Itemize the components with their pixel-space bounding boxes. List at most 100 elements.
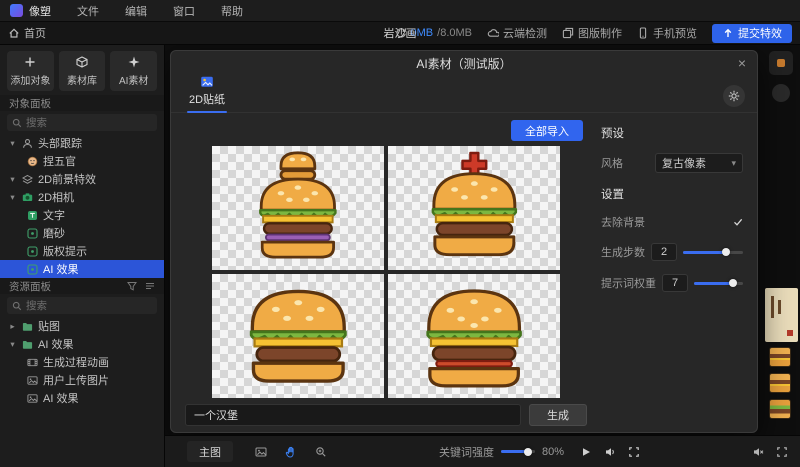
template-make-button[interactable]: 图版制作 (562, 25, 622, 41)
mute-icon[interactable] (752, 446, 764, 458)
tree-item-ai-effect-selected[interactable]: AI 效果 (0, 260, 164, 278)
object-panel-title: 对象面板 (0, 95, 164, 111)
chevron-down-icon: ▾ (731, 158, 736, 169)
weight-slider[interactable] (694, 282, 743, 285)
caret-down-icon[interactable]: ▾ (8, 174, 17, 185)
tree-item-copyright-notice[interactable]: 版权提示 (0, 242, 164, 260)
toolbar-right: 0MB/8.0MB 云端检测 图版制作 手机预览 提交特效 (395, 24, 792, 43)
tree-item-ai-effects[interactable]: AI 效果 (0, 389, 164, 407)
filter-icon[interactable] (127, 281, 137, 291)
steps-slider[interactable] (683, 251, 743, 254)
menu-help[interactable]: 帮助 (221, 3, 243, 19)
menu-edit[interactable]: 编辑 (125, 3, 147, 19)
canvas-burger-sticker[interactable] (769, 347, 791, 367)
caret-down-icon[interactable]: ▾ (8, 138, 17, 149)
ai-material-dialog: AI素材（测试版） × 2D贴纸 (170, 50, 758, 433)
slider-handle[interactable] (524, 448, 532, 456)
dialog-title: AI素材（测试版） (416, 55, 511, 72)
cloud-check-button[interactable]: 云端检测 (487, 25, 547, 41)
upload-arrow-icon (722, 27, 734, 39)
keyword-strength-label: 关键词强度 (439, 444, 494, 460)
generated-sticker-2[interactable] (388, 146, 560, 270)
tree-label: 2D相机 (38, 189, 74, 205)
phone-icon (637, 27, 649, 39)
submit-effect-button[interactable]: 提交特效 (712, 24, 792, 43)
canvas-burger-sticker[interactable] (769, 399, 791, 419)
tree-item-text[interactable]: 文字 (0, 206, 164, 224)
steps-value-box[interactable]: 2 (651, 243, 677, 261)
preview-round-button[interactable] (772, 84, 790, 102)
ai-material-button[interactable]: AI素材 (110, 51, 157, 91)
import-all-button[interactable]: 全部导入 (511, 120, 583, 141)
tree-item-frosted[interactable]: 磨砂 (0, 224, 164, 242)
caret-down-icon[interactable]: ▾ (8, 192, 17, 203)
tree-item-2d-foreground-fx[interactable]: ▾ 2D前景特效 (0, 170, 164, 188)
add-object-button[interactable]: 添加对象 (7, 51, 54, 91)
object-search-input[interactable] (7, 114, 157, 131)
generated-sticker-3[interactable] (212, 274, 384, 398)
top-toolbar: 首页 岩沙画 0MB/8.0MB 云端检测 图版制作 手机预览 提交特效 (0, 22, 800, 45)
results-column: 全部导入 (185, 117, 587, 432)
folder-icon (22, 321, 33, 332)
fullscreen-icon[interactable] (628, 446, 640, 458)
check-icon[interactable] (733, 217, 743, 227)
style-select[interactable]: 复古像素 ▾ (655, 153, 743, 173)
tree-label: 磨砂 (43, 225, 65, 241)
weight-value-box[interactable]: 7 (662, 274, 688, 292)
generated-sticker-1[interactable] (212, 146, 384, 270)
keyword-strength-slider[interactable] (501, 450, 535, 453)
speaker-icon[interactable] (604, 446, 616, 458)
bottom-bar: 主图 关键词强度 80% (165, 435, 800, 467)
home-icon (8, 27, 20, 39)
prompt-input[interactable] (185, 404, 521, 426)
tree-item-2d-camera[interactable]: ▾ 2D相机 (0, 188, 164, 206)
artwork-stroke (778, 300, 781, 314)
play-icon[interactable] (580, 446, 592, 458)
slider-handle[interactable] (722, 248, 730, 256)
tree-item-ai-effects-folder[interactable]: ▾ AI 效果 (0, 335, 164, 353)
tree-label: 贴图 (38, 318, 60, 334)
frame-tool-icon[interactable] (255, 446, 267, 458)
tab-main-image[interactable]: 主图 (187, 441, 233, 462)
dialog-tabs: 2D贴纸 (171, 75, 757, 113)
remove-bg-row: 去除背景 (601, 214, 743, 230)
expand-icon[interactable] (776, 446, 788, 458)
layers-icon (22, 174, 33, 185)
template-make-label: 图版制作 (578, 25, 622, 41)
caret-right-icon[interactable]: ▸ (8, 321, 17, 332)
object-search (7, 114, 157, 131)
canvas-burger-sticker[interactable] (769, 373, 791, 393)
settings-gear-button[interactable] (723, 85, 745, 107)
burger-image-cross (423, 150, 526, 267)
home-button[interactable]: 首页 (8, 25, 46, 41)
generate-button[interactable]: 生成 (529, 404, 587, 426)
film-icon (27, 357, 38, 368)
camera-icon (22, 192, 33, 203)
tree-label: 版权提示 (43, 243, 87, 259)
menu-window[interactable]: 窗口 (173, 3, 195, 19)
dialog-header: AI素材（测试版） × (171, 51, 757, 75)
tree-item-head-tracking[interactable]: ▾ 头部跟踪 (0, 134, 164, 152)
phone-preview-button[interactable]: 手机预览 (637, 25, 697, 41)
resource-tree: ▸ 贴图 ▾ AI 效果 生成过程动画 用户上传图片 (0, 317, 164, 407)
tree-item-user-uploads[interactable]: 用户上传图片 (0, 371, 164, 389)
weight-label: 提示词权重 (601, 275, 656, 291)
gear-icon (728, 90, 740, 102)
preview-tool-button[interactable] (769, 51, 793, 75)
slider-handle[interactable] (729, 279, 737, 287)
generated-sticker-4[interactable] (388, 274, 560, 398)
resource-search-input[interactable] (7, 297, 157, 314)
close-icon[interactable]: × (738, 54, 746, 72)
sort-icon[interactable] (145, 281, 155, 291)
tree-item-face-features[interactable]: 捏五官 (0, 152, 164, 170)
caret-down-icon[interactable]: ▾ (8, 339, 17, 350)
tree-label: 2D前景特效 (38, 171, 96, 187)
resource-panel-title: 资源面板 (9, 279, 51, 294)
tree-item-stickers-folder[interactable]: ▸ 贴图 (0, 317, 164, 335)
tab-2d-sticker[interactable]: 2D贴纸 (187, 75, 227, 112)
menu-file[interactable]: 文件 (77, 3, 99, 19)
hand-tool-icon[interactable] (285, 446, 297, 458)
zoom-tool-icon[interactable] (315, 446, 327, 458)
tree-item-generation-animation[interactable]: 生成过程动画 (0, 353, 164, 371)
material-library-button[interactable]: 素材库 (59, 51, 106, 91)
